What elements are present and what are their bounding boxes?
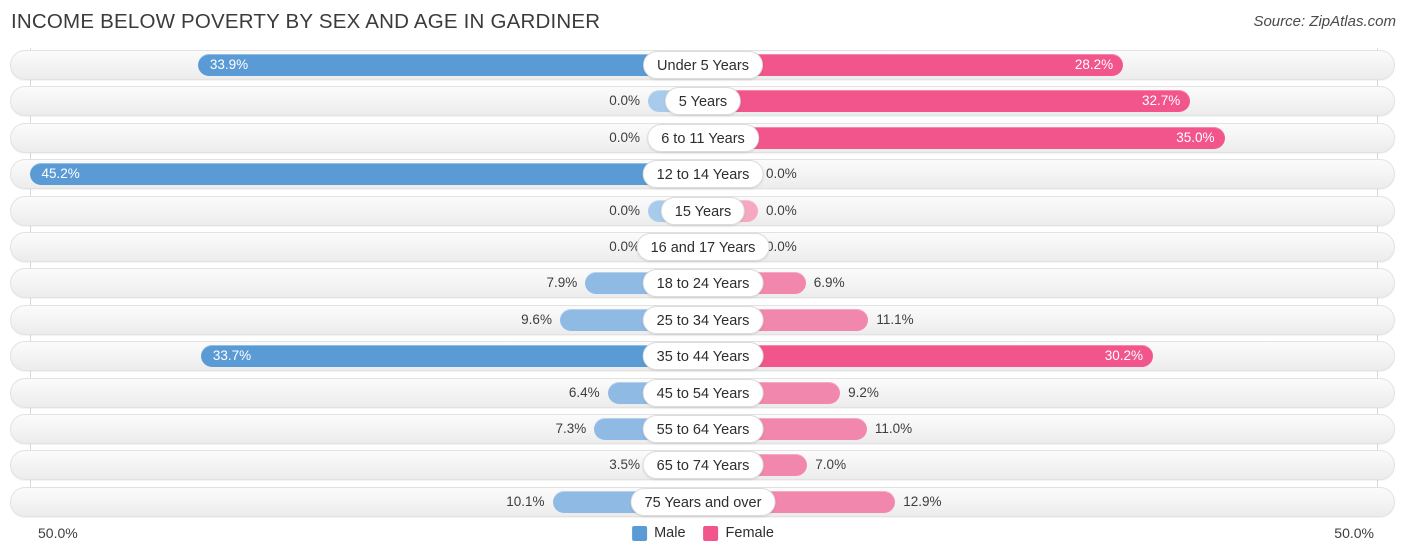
legend-label: Male bbox=[654, 525, 686, 541]
category-label: 18 to 24 Years bbox=[642, 269, 764, 298]
female-value-label: 0.0% bbox=[766, 238, 797, 254]
legend-item-male[interactable]: Male bbox=[632, 525, 686, 541]
female-value-label: 0.0% bbox=[766, 166, 797, 182]
male-value-label: 3.5% bbox=[609, 457, 640, 473]
male-value-label: 10.1% bbox=[506, 493, 545, 509]
chart-legend: Male Female bbox=[632, 525, 774, 541]
category-label: 25 to 34 Years bbox=[642, 305, 764, 334]
female-value-label: 35.0% bbox=[1176, 129, 1215, 145]
chart-row: 3.5% 7.0% 65 to 74 Years bbox=[0, 450, 1406, 481]
male-value-label: 0.0% bbox=[609, 129, 640, 145]
male-value-label: 6.4% bbox=[568, 384, 600, 400]
female-value-label: 28.2% bbox=[1074, 57, 1114, 72]
female-value-label: 11.1% bbox=[876, 311, 914, 327]
category-label: Under 5 Years bbox=[643, 51, 763, 79]
female-value-label: 32.7% bbox=[1141, 93, 1181, 109]
chart-row: 0.0% 35.0% 6 to 11 Years bbox=[0, 122, 1406, 153]
chart-row: 0.0% 0.0% 16 and 17 Years bbox=[0, 231, 1406, 262]
male-value-label: 0.0% bbox=[609, 238, 640, 254]
female-bar bbox=[703, 90, 1191, 113]
category-label: 75 Years and over bbox=[630, 487, 776, 516]
male-value-label: 33.7% bbox=[212, 348, 252, 364]
female-bar bbox=[703, 126, 1225, 149]
category-label: 6 to 11 Years bbox=[647, 123, 759, 152]
chart-row: 45.2% 0.0% 12 to 14 Years bbox=[0, 159, 1406, 190]
chart-plot-area: 33.9% 28.2% Under 5 Years 0.0% 32.7% 5 Years 0… bbox=[0, 46, 1406, 519]
male-value-label: 33.9% bbox=[209, 57, 249, 72]
axis-label-left: 50.0% bbox=[38, 525, 78, 541]
female-value-label: 12.9% bbox=[903, 493, 942, 509]
chart-row: 33.9% 28.2% Under 5 Years bbox=[0, 50, 1406, 80]
bar-rows-container: 33.9% 28.2% Under 5 Years 0.0% 32.7% 5 Years 0… bbox=[0, 50, 1406, 523]
female-value-label: 6.9% bbox=[813, 275, 845, 291]
male-value-label: 0.0% bbox=[609, 93, 640, 109]
chart-row: 0.0% 0.0% 15 Years bbox=[0, 195, 1406, 226]
male-value-label: 0.0% bbox=[609, 202, 640, 218]
female-value-label: 9.2% bbox=[848, 384, 879, 400]
chart-footer: 50.0% Male Female 50.0% bbox=[0, 519, 1406, 559]
chart-row: 6.4% 9.2% 45 to 54 Years bbox=[0, 377, 1406, 408]
chart-row: 7.3% 11.0% 55 to 64 Years bbox=[0, 413, 1406, 444]
category-label: 55 to 64 Years bbox=[642, 414, 764, 443]
female-value-label: 0.0% bbox=[766, 202, 797, 218]
male-bar bbox=[29, 163, 703, 186]
male-bar bbox=[200, 345, 703, 368]
chart-row: 9.6% 11.1% 25 to 34 Years bbox=[0, 304, 1406, 335]
chart-row: 7.9% 6.9% 18 to 24 Years bbox=[0, 268, 1406, 299]
source-attribution: Source: ZipAtlas.com bbox=[1253, 13, 1396, 30]
legend-swatch-icon bbox=[703, 525, 719, 541]
male-value-label: 7.9% bbox=[546, 275, 578, 291]
category-label: 15 Years bbox=[660, 196, 746, 225]
category-label: 45 to 54 Years bbox=[642, 378, 764, 407]
male-bar bbox=[197, 54, 703, 76]
page-title: INCOME BELOW POVERTY BY SEX AND AGE IN G… bbox=[11, 10, 601, 33]
male-value-label: 9.6% bbox=[521, 311, 552, 327]
male-value-label: 7.3% bbox=[555, 420, 587, 436]
female-bar bbox=[703, 345, 1153, 368]
legend-label: Female bbox=[725, 525, 774, 541]
female-value-label: 30.2% bbox=[1104, 348, 1143, 364]
chart-row: 33.7% 30.2% 35 to 44 Years bbox=[0, 341, 1406, 372]
female-bar bbox=[703, 54, 1124, 76]
legend-swatch-icon bbox=[632, 525, 648, 541]
female-value-label: 11.0% bbox=[874, 420, 913, 436]
category-label: 12 to 14 Years bbox=[642, 160, 764, 189]
category-label: 65 to 74 Years bbox=[642, 451, 764, 480]
legend-item-female[interactable]: Female bbox=[703, 525, 774, 541]
chart-header: INCOME BELOW POVERTY BY SEX AND AGE IN G… bbox=[0, 0, 1406, 46]
female-value-label: 7.0% bbox=[815, 457, 847, 473]
chart-row: 0.0% 32.7% 5 Years bbox=[0, 86, 1406, 117]
category-label: 16 and 17 Years bbox=[636, 232, 770, 261]
category-label: 35 to 44 Years bbox=[642, 342, 764, 371]
chart-row: 10.1% 12.9% 75 Years and over bbox=[0, 486, 1406, 517]
axis-label-right: 50.0% bbox=[1334, 525, 1374, 541]
male-value-label: 45.2% bbox=[41, 166, 80, 182]
category-label: 5 Years bbox=[664, 87, 742, 116]
